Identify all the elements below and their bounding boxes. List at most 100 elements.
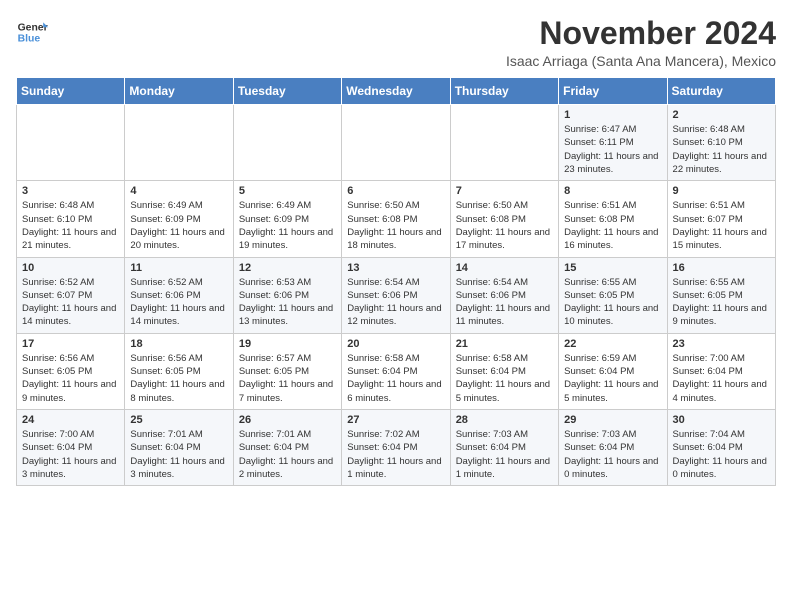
day-cell: 1Sunrise: 6:47 AMSunset: 6:11 PMDaylight…: [559, 105, 667, 181]
calendar-table: SundayMondayTuesdayWednesdayThursdayFrid…: [16, 77, 776, 486]
day-cell: [342, 105, 450, 181]
day-cell: 14 Sunrise: 6:54 AMSunset: 6:06 PMDayligh…: [450, 257, 558, 333]
day-number: 2: [673, 109, 770, 121]
day-cell: 24 Sunrise: 7:00 AMSunset: 6:04 PMDayligh…: [17, 409, 125, 485]
day-info: Sunrise: 6:53 AMSunset: 6:06 PMDaylight:…: [239, 276, 336, 329]
day-cell: [17, 105, 125, 181]
weekday-header-saturday: Saturday: [667, 78, 775, 105]
day-cell: 20Sunrise: 6:58 AMSunset: 6:04 PMDayligh…: [342, 333, 450, 409]
day-number: 1: [564, 109, 661, 121]
day-info: Sunrise: 7:03 AMSunset: 6:04 PMDaylight:…: [564, 428, 661, 481]
day-number: 11: [130, 262, 227, 274]
day-cell: 5 Sunrise: 6:49 AMSunset: 6:09 PMDaylight…: [233, 181, 341, 257]
logo: General Blue: [16, 16, 48, 48]
day-number: 18: [130, 338, 227, 350]
day-cell: 11 Sunrise: 6:52 AMSunset: 6:06 PMDayligh…: [125, 257, 233, 333]
day-info: Sunrise: 7:01 AMSunset: 6:04 PMDaylight:…: [130, 428, 227, 481]
day-info: Sunrise: 6:54 AMSunset: 6:06 PMDaylight:…: [456, 276, 553, 329]
day-cell: 21 Sunrise: 6:58 AMSunset: 6:04 PMDayligh…: [450, 333, 558, 409]
day-info: Sunrise: 6:57 AMSunset: 6:05 PMDaylight:…: [239, 352, 336, 405]
day-cell: 16 Sunrise: 6:55 AMSunset: 6:05 PMDayligh…: [667, 257, 775, 333]
day-number: 14: [456, 262, 553, 274]
day-cell: 22 Sunrise: 6:59 AMSunset: 6:04 PMDayligh…: [559, 333, 667, 409]
day-number: 9: [673, 185, 770, 197]
day-info: Sunrise: 6:55 AMSunset: 6:05 PMDaylight:…: [673, 276, 770, 329]
weekday-row: SundayMondayTuesdayWednesdayThursdayFrid…: [17, 78, 776, 105]
day-number: 25: [130, 414, 227, 426]
day-cell: 30 Sunrise: 7:04 AMSunset: 6:04 PMDayligh…: [667, 409, 775, 485]
day-info: Sunrise: 6:50 AMSunset: 6:08 PMDaylight:…: [347, 199, 444, 252]
day-cell: 15 Sunrise: 6:55 AMSunset: 6:05 PMDayligh…: [559, 257, 667, 333]
day-number: 24: [22, 414, 119, 426]
day-info: Sunrise: 6:49 AMSunset: 6:09 PMDaylight:…: [130, 199, 227, 252]
week-row-3: 10 Sunrise: 6:52 AMSunset: 6:07 PMDayligh…: [17, 257, 776, 333]
day-info: Sunrise: 6:56 AMSunset: 6:05 PMDaylight:…: [22, 352, 119, 405]
day-number: 8: [564, 185, 661, 197]
day-number: 28: [456, 414, 553, 426]
week-row-5: 24 Sunrise: 7:00 AMSunset: 6:04 PMDayligh…: [17, 409, 776, 485]
day-number: 7: [456, 185, 553, 197]
day-number: 13: [347, 262, 444, 274]
day-number: 21: [456, 338, 553, 350]
day-number: 22: [564, 338, 661, 350]
day-number: 29: [564, 414, 661, 426]
day-info: Sunrise: 6:48 AMSunset: 6:10 PMDaylight:…: [22, 199, 119, 252]
svg-text:Blue: Blue: [18, 34, 41, 45]
day-cell: 26 Sunrise: 7:01 AMSunset: 6:04 PMDayligh…: [233, 409, 341, 485]
day-info: Sunrise: 6:58 AMSunset: 6:04 PMDaylight:…: [456, 352, 553, 405]
day-cell: 29 Sunrise: 7:03 AMSunset: 6:04 PMDayligh…: [559, 409, 667, 485]
day-info: Sunrise: 6:48 AMSunset: 6:10 PMDaylight:…: [673, 123, 770, 176]
day-number: 12: [239, 262, 336, 274]
day-number: 6: [347, 185, 444, 197]
day-cell: 27 Sunrise: 7:02 AMSunset: 6:04 PMDayligh…: [342, 409, 450, 485]
day-info: Sunrise: 6:56 AMSunset: 6:05 PMDaylight:…: [130, 352, 227, 405]
day-number: 30: [673, 414, 770, 426]
day-number: 26: [239, 414, 336, 426]
day-info: Sunrise: 6:51 AMSunset: 6:07 PMDaylight:…: [673, 199, 770, 252]
day-number: 23: [673, 338, 770, 350]
location-subtitle: Isaac Arriaga (Santa Ana Mancera), Mexic…: [506, 53, 776, 69]
day-info: Sunrise: 6:54 AMSunset: 6:06 PMDaylight:…: [347, 276, 444, 329]
day-info: Sunrise: 6:59 AMSunset: 6:04 PMDaylight:…: [564, 352, 661, 405]
day-number: 4: [130, 185, 227, 197]
page-header: General Blue November 2024 Isaac Arriaga…: [16, 16, 776, 69]
day-cell: 4 Sunrise: 6:49 AMSunset: 6:09 PMDaylight…: [125, 181, 233, 257]
calendar-header: SundayMondayTuesdayWednesdayThursdayFrid…: [17, 78, 776, 105]
weekday-header-monday: Monday: [125, 78, 233, 105]
day-number: 17: [22, 338, 119, 350]
weekday-header-tuesday: Tuesday: [233, 78, 341, 105]
day-info: Sunrise: 6:52 AMSunset: 6:06 PMDaylight:…: [130, 276, 227, 329]
weekday-header-sunday: Sunday: [17, 78, 125, 105]
month-title: November 2024: [506, 16, 776, 51]
day-number: 27: [347, 414, 444, 426]
day-number: 15: [564, 262, 661, 274]
day-info: Sunrise: 7:02 AMSunset: 6:04 PMDaylight:…: [347, 428, 444, 481]
day-info: Sunrise: 7:04 AMSunset: 6:04 PMDaylight:…: [673, 428, 770, 481]
day-number: 16: [673, 262, 770, 274]
day-info: Sunrise: 6:52 AMSunset: 6:07 PMDaylight:…: [22, 276, 119, 329]
week-row-2: 3Sunrise: 6:48 AMSunset: 6:10 PMDaylight…: [17, 181, 776, 257]
day-cell: 9 Sunrise: 6:51 AMSunset: 6:07 PMDaylight…: [667, 181, 775, 257]
day-cell: 25 Sunrise: 7:01 AMSunset: 6:04 PMDayligh…: [125, 409, 233, 485]
weekday-header-friday: Friday: [559, 78, 667, 105]
day-cell: 13 Sunrise: 6:54 AMSunset: 6:06 PMDayligh…: [342, 257, 450, 333]
day-info: Sunrise: 7:00 AMSunset: 6:04 PMDaylight:…: [673, 352, 770, 405]
day-info: Sunrise: 6:49 AMSunset: 6:09 PMDaylight:…: [239, 199, 336, 252]
day-number: 20: [347, 338, 444, 350]
day-cell: 23 Sunrise: 7:00 AMSunset: 6:04 PMDayligh…: [667, 333, 775, 409]
day-cell: 8 Sunrise: 6:51 AMSunset: 6:08 PMDaylight…: [559, 181, 667, 257]
day-cell: 2 Sunrise: 6:48 AMSunset: 6:10 PMDaylight…: [667, 105, 775, 181]
day-cell: 18 Sunrise: 6:56 AMSunset: 6:05 PMDayligh…: [125, 333, 233, 409]
day-cell: 17 Sunrise: 6:56 AMSunset: 6:05 PMDayligh…: [17, 333, 125, 409]
day-info: Sunrise: 6:50 AMSunset: 6:08 PMDaylight:…: [456, 199, 553, 252]
day-info: Sunrise: 7:00 AMSunset: 6:04 PMDaylight:…: [22, 428, 119, 481]
day-number: 5: [239, 185, 336, 197]
day-number: 10: [22, 262, 119, 274]
day-info: Sunrise: 6:55 AMSunset: 6:05 PMDaylight:…: [564, 276, 661, 329]
day-cell: 12 Sunrise: 6:53 AMSunset: 6:06 PMDayligh…: [233, 257, 341, 333]
title-area: November 2024 Isaac Arriaga (Santa Ana M…: [506, 16, 776, 69]
day-info: Sunrise: 6:51 AMSunset: 6:08 PMDaylight:…: [564, 199, 661, 252]
weekday-header-wednesday: Wednesday: [342, 78, 450, 105]
day-info: Sunrise: 7:01 AMSunset: 6:04 PMDaylight:…: [239, 428, 336, 481]
day-info: Sunrise: 7:03 AMSunset: 6:04 PMDaylight:…: [456, 428, 553, 481]
